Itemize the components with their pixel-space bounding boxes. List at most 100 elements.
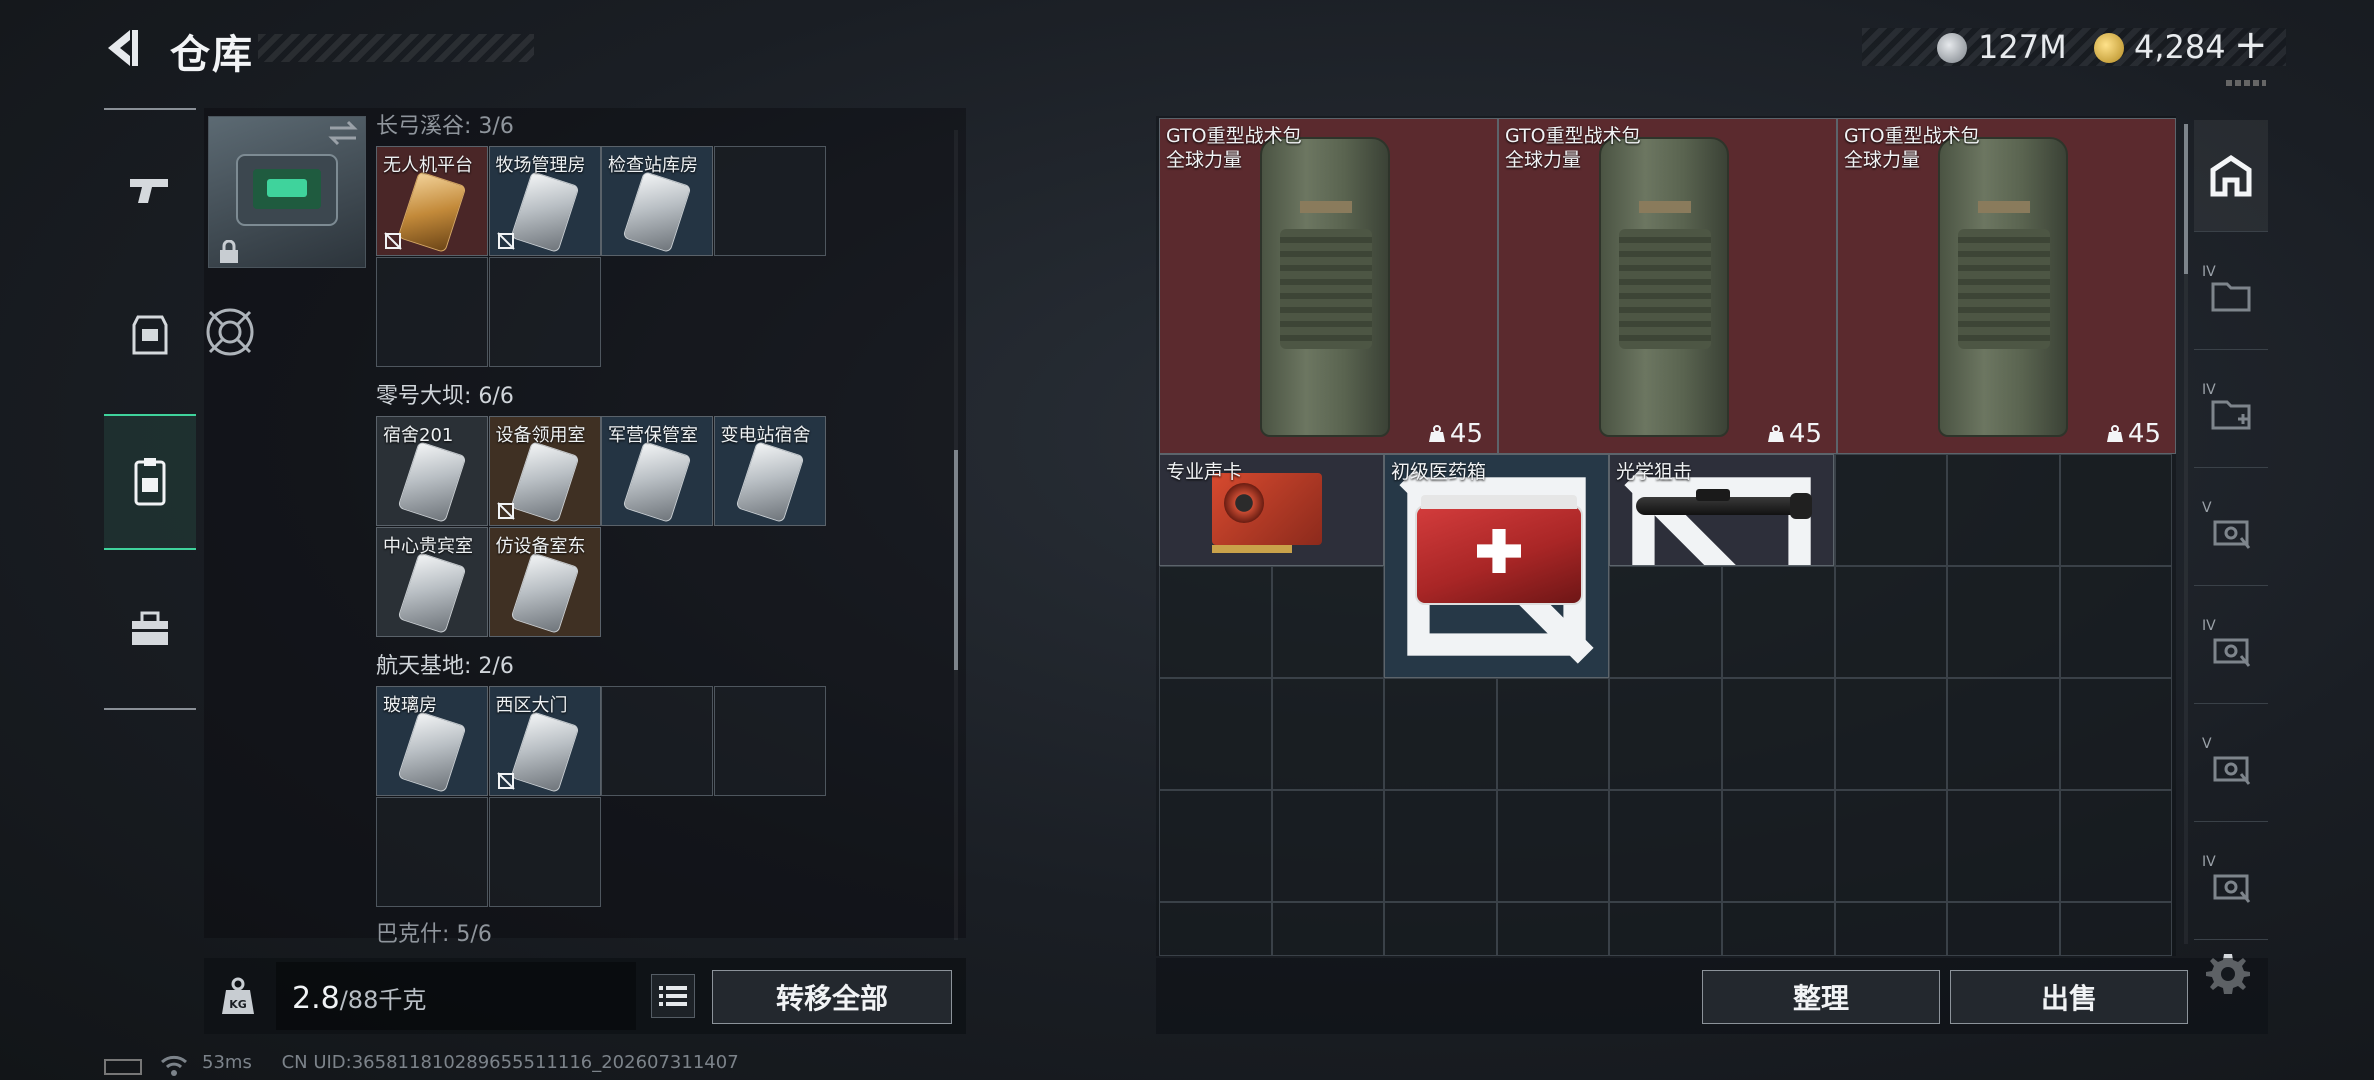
- stash-slot[interactable]: [1722, 566, 1835, 678]
- stash-slot[interactable]: [1947, 566, 2060, 678]
- key-slot[interactable]: [376, 797, 488, 907]
- stash-slot[interactable]: [1271, 902, 1385, 956]
- category-weapons[interactable]: [104, 144, 196, 234]
- keycard-icon: [134, 458, 166, 506]
- key-card[interactable]: 设备领用室: [488, 416, 601, 526]
- stash-slot[interactable]: [1834, 902, 1948, 956]
- battery-icon: [104, 1059, 142, 1075]
- key-card[interactable]: 无人机平台: [376, 146, 488, 256]
- stash-slot[interactable]: [1947, 790, 2060, 902]
- stash-slot[interactable]: [2059, 902, 2173, 956]
- stash-tab-7[interactable]: IV: [2194, 828, 2268, 940]
- back-arrow-icon[interactable]: [100, 26, 144, 70]
- stash-slot[interactable]: [1722, 678, 1835, 790]
- weight-unit-label: KG: [229, 998, 247, 1011]
- key-card[interactable]: 中心贵宾室: [376, 527, 488, 637]
- key-slot[interactable]: [713, 146, 826, 256]
- medkit-image: [1415, 495, 1583, 605]
- stash-slot[interactable]: [1609, 790, 1722, 902]
- key-slot[interactable]: [376, 257, 488, 367]
- key-card[interactable]: 检查站库房: [601, 146, 713, 256]
- stash-slot[interactable]: [1947, 454, 2060, 566]
- page-title: 仓库: [170, 32, 254, 78]
- key-card[interactable]: 军营保管室: [601, 416, 713, 526]
- category-equipment[interactable]: [104, 290, 196, 380]
- key-card[interactable]: 西区大门: [488, 686, 601, 796]
- stash-slot[interactable]: [1722, 902, 1835, 956]
- stash-tab-3[interactable]: IV: [2194, 356, 2268, 468]
- stash-tab-6[interactable]: V: [2194, 710, 2268, 822]
- key-card[interactable]: 牧场管理房: [488, 146, 601, 256]
- stash-slot[interactable]: [1496, 678, 1610, 790]
- stash-slot[interactable]: [1834, 454, 1948, 566]
- weight-max: /88千克: [339, 986, 427, 1014]
- target-icon[interactable]: [204, 306, 256, 358]
- key-card[interactable]: 玻璃房: [376, 686, 488, 796]
- stash-item-backpack[interactable]: GTO重型战术包 全球力量 45: [1837, 118, 2176, 454]
- key-slot[interactable]: [601, 686, 713, 796]
- key-scroll-thumb[interactable]: [954, 450, 958, 670]
- category-keys[interactable]: [104, 414, 196, 550]
- key-slot[interactable]: [713, 686, 826, 796]
- stash-item-medkit[interactable]: 初级医药箱: [1384, 454, 1609, 678]
- stash-slot[interactable]: [1159, 678, 1272, 790]
- key-slot[interactable]: [488, 257, 601, 367]
- wifi-icon: [161, 1055, 187, 1076]
- bound-item-icon: [384, 232, 402, 250]
- sell-button[interactable]: 出售: [1950, 970, 2188, 1024]
- stash-slot[interactable]: [1159, 902, 1272, 956]
- stash-slot[interactable]: [1609, 566, 1722, 678]
- stash-slot[interactable]: [1834, 790, 1948, 902]
- stash-scroll-thumb[interactable]: [2184, 124, 2188, 274]
- key-card-label: 变电站宿舍: [720, 425, 811, 446]
- key-slot[interactable]: [488, 797, 601, 907]
- stash-slot[interactable]: [1159, 566, 1272, 678]
- stash-item-backpack[interactable]: GTO重型战术包 全球力量 45: [1159, 118, 1498, 454]
- stash-slot[interactable]: [2059, 678, 2173, 790]
- stash-slot[interactable]: [1384, 902, 1497, 956]
- stash-slot[interactable]: [1947, 678, 2060, 790]
- key-card[interactable]: 仿设备室东: [488, 527, 601, 637]
- stash-item-scope[interactable]: 光学狙击: [1609, 454, 1834, 566]
- organize-button[interactable]: 整理: [1702, 970, 1940, 1024]
- stash-slot[interactable]: [1384, 678, 1497, 790]
- item-name: 初级医药箱: [1391, 461, 1487, 483]
- stash-slot[interactable]: [1271, 566, 1385, 678]
- key-card[interactable]: 宿舍201: [376, 416, 488, 526]
- stash-slot[interactable]: [1609, 902, 1722, 956]
- weight-current: 2.8: [292, 981, 340, 1016]
- key-card[interactable]: 变电站宿舍: [713, 416, 826, 526]
- list-view-button[interactable]: [651, 974, 695, 1018]
- category-supplies[interactable]: [104, 584, 196, 674]
- key-card-label: 西区大门: [495, 695, 568, 716]
- stash-slot[interactable]: [1271, 678, 1385, 790]
- tab-level-label: IV: [2202, 618, 2216, 634]
- stash-slot[interactable]: [1947, 902, 2060, 956]
- stash-item-sound-card[interactable]: 专业声卡: [1159, 454, 1384, 566]
- stash-tab-5[interactable]: IV: [2194, 592, 2268, 704]
- stash-slot[interactable]: [2059, 790, 2173, 902]
- rail-divider-top: [104, 108, 196, 110]
- section-label-dam: 零号大坝: 6/6: [376, 384, 514, 409]
- stash-slot[interactable]: [1496, 902, 1610, 956]
- stash-slot[interactable]: [1722, 790, 1835, 902]
- tab-level-label: IV: [2202, 382, 2216, 398]
- stash-slot[interactable]: [1609, 678, 1722, 790]
- stash-slot[interactable]: [1384, 790, 1497, 902]
- transfer-all-button[interactable]: 转移全部: [712, 970, 952, 1024]
- stash-slot[interactable]: [1834, 678, 1948, 790]
- stash-slot[interactable]: [1271, 790, 1385, 902]
- stash-slot[interactable]: [1159, 790, 1272, 902]
- stash-slot[interactable]: [2059, 566, 2173, 678]
- keycard-image: [622, 170, 692, 254]
- stash-tab-4[interactable]: V: [2194, 474, 2268, 586]
- stash-tab-2[interactable]: IV: [2194, 238, 2268, 350]
- item-subtitle: 全球力量: [1844, 149, 1921, 171]
- stash-slot[interactable]: [2059, 454, 2173, 566]
- add-currency-button[interactable]: +: [2234, 22, 2268, 68]
- stash-item-backpack[interactable]: GTO重型战术包 全球力量 45: [1498, 118, 1837, 454]
- stash-slot[interactable]: [1834, 566, 1948, 678]
- swap-icon[interactable]: [326, 116, 360, 150]
- stash-slot[interactable]: [1496, 790, 1610, 902]
- stash-tab-1[interactable]: [2194, 120, 2268, 232]
